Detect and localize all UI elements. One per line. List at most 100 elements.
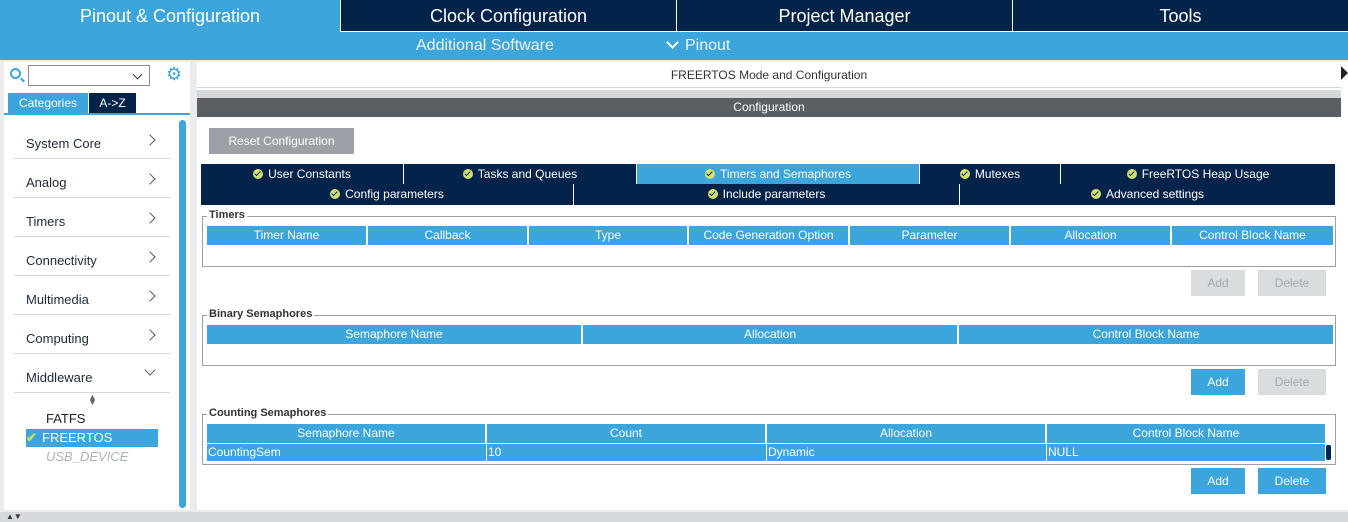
column-header[interactable]: Allocation [583, 325, 959, 344]
group-title: Counting Semaphores [207, 407, 329, 419]
tab-mutexes[interactable]: Mutexes [920, 164, 1061, 185]
group-title: Binary Semaphores [207, 308, 315, 320]
tab-pinout-configuration[interactable]: Pinout & Configuration [0, 0, 341, 32]
counting-add-button[interactable]: Add [1191, 468, 1245, 494]
column-header[interactable]: Callback [368, 226, 529, 245]
category-computing[interactable]: Computing [14, 315, 170, 354]
binary-add-button[interactable]: Add [1191, 369, 1245, 395]
tab-user-constants[interactable]: User Constants [201, 164, 404, 185]
tab-timers-and-semaphores[interactable]: Timers and Semaphores [637, 164, 920, 185]
tab-advanced-settings[interactable]: Advanced settings [960, 184, 1335, 205]
middleware-item-usb-device[interactable]: USB_DEVICE [26, 448, 128, 466]
tab-tools[interactable]: Tools [1013, 0, 1348, 32]
tab-clock-configuration[interactable]: Clock Configuration [341, 0, 677, 32]
column-header[interactable]: Allocation [767, 424, 1047, 443]
column-header[interactable]: Control Block Name [1172, 226, 1333, 245]
check-icon [330, 189, 341, 199]
chevron-right-icon [144, 251, 156, 263]
column-header[interactable]: Semaphore Name [207, 325, 583, 344]
check-icon: ✔ [26, 430, 37, 445]
mode-title: FREERTOS Mode and Configuration [197, 62, 1341, 88]
search-row: ⚙ [4, 62, 190, 90]
counting-semaphores-group: Counting Semaphores Semaphore Name Count… [202, 407, 1336, 465]
chevron-right-icon [144, 134, 156, 146]
category-label: Analog [26, 175, 67, 190]
gear-icon[interactable]: ⚙ [166, 65, 184, 83]
table-cell[interactable]: Dynamic [767, 444, 1047, 461]
timers-group: Timers Timer Name Callback Type Code Gen… [202, 209, 1336, 267]
middleware-item-freertos[interactable]: ✔ FREERTOS [26, 429, 158, 447]
check-icon [705, 169, 716, 179]
column-header[interactable]: Timer Name [207, 226, 368, 245]
category-label: Connectivity [26, 253, 97, 268]
search-input[interactable] [28, 65, 150, 86]
check-icon [1090, 189, 1101, 199]
tab-include-parameters[interactable]: Include parameters [574, 184, 960, 205]
sort-icon[interactable]: ▲ ▼ [88, 393, 97, 407]
tab-config-parameters[interactable]: Config parameters [201, 184, 574, 205]
column-header[interactable]: Control Block Name [1047, 424, 1325, 443]
config-tabs-row1: User Constants Tasks and Queues Timers a… [201, 164, 1335, 185]
binary-table-header: Semaphore Name Allocation Control Block … [207, 325, 1333, 344]
tab-freertos-heap-usage[interactable]: FreeRTOS Heap Usage [1061, 164, 1335, 185]
tab-label: Mutexes [974, 167, 1021, 181]
column-header[interactable]: Count [487, 424, 767, 443]
timers-add-button[interactable]: Add [1191, 270, 1245, 296]
tab-label: Include parameters [722, 187, 826, 201]
category-system-core[interactable]: System Core [14, 120, 170, 159]
column-header[interactable]: Control Block Name [959, 325, 1333, 344]
category-analog[interactable]: Analog [14, 159, 170, 198]
check-icon [707, 189, 718, 199]
tab-label: Timers and Semaphores [720, 167, 851, 181]
binary-delete-button[interactable]: Delete [1258, 369, 1326, 395]
chevron-down-icon[interactable] [132, 69, 143, 80]
category-middleware[interactable]: Middleware [14, 354, 170, 393]
main-panel: FREERTOS Mode and Configuration Configur… [197, 62, 1341, 510]
additional-software-button[interactable]: Additional Software [416, 32, 554, 60]
expand-collapse-icon[interactable]: ▲▼ [6, 512, 22, 521]
top-tab-bar: Pinout & Configuration Clock Configurati… [0, 0, 1348, 32]
pinout-label: Pinout [685, 37, 731, 54]
chevron-right-icon [144, 173, 156, 185]
chevron-right-icon [144, 290, 156, 302]
table-scrollbar[interactable] [1325, 444, 1332, 461]
column-header[interactable]: Type [529, 226, 689, 245]
category-connectivity[interactable]: Connectivity [14, 237, 170, 276]
divider[interactable] [197, 90, 1341, 98]
table-cell[interactable]: NULL [1047, 444, 1325, 461]
column-header[interactable]: Code Generation Option [689, 226, 850, 245]
timers-delete-button[interactable]: Delete [1258, 270, 1326, 296]
column-header[interactable]: Parameter [850, 226, 1011, 245]
left-scrollbar[interactable] [179, 120, 186, 508]
category-timers[interactable]: Timers [14, 198, 170, 237]
table-cell[interactable]: CountingSem [207, 444, 487, 461]
right-scrollbar[interactable] [1341, 62, 1348, 510]
column-header[interactable]: Allocation [1011, 226, 1172, 245]
chevron-right-icon [144, 329, 156, 341]
tab-tasks-and-queues[interactable]: Tasks and Queues [404, 164, 637, 185]
tab-label: FreeRTOS Heap Usage [1141, 167, 1270, 181]
pinout-menu[interactable]: Pinout [666, 32, 731, 60]
tab-a-z[interactable]: A->Z [89, 93, 136, 113]
counting-delete-button[interactable]: Delete [1258, 468, 1326, 494]
category-tabs: Categories A->Z [4, 93, 190, 115]
table-cell[interactable]: 10 [487, 444, 767, 461]
chevron-down-icon [666, 36, 679, 49]
check-icon [253, 169, 264, 179]
category-label: Computing [26, 331, 89, 346]
category-list: System Core Analog Timers Connectivity M… [14, 120, 170, 393]
category-label: System Core [26, 136, 102, 151]
category-multimedia[interactable]: Multimedia [14, 276, 170, 315]
tab-project-manager[interactable]: Project Manager [677, 0, 1013, 32]
tab-label: User Constants [268, 167, 351, 181]
bottom-splitter[interactable]: ▲▼ [0, 512, 1348, 522]
table-row[interactable]: CountingSem 10 Dynamic NULL [207, 444, 1325, 461]
timers-table-header: Timer Name Callback Type Code Generation… [207, 226, 1333, 245]
chevron-right-icon [144, 212, 156, 224]
reset-configuration-button[interactable]: Reset Configuration [209, 128, 354, 154]
middleware-item-fatfs[interactable]: FATFS [26, 410, 85, 428]
collapse-arrow-icon[interactable] [1341, 66, 1348, 80]
column-header[interactable]: Semaphore Name [207, 424, 487, 443]
tab-categories[interactable]: Categories [8, 93, 88, 113]
search-icon[interactable] [10, 68, 21, 79]
